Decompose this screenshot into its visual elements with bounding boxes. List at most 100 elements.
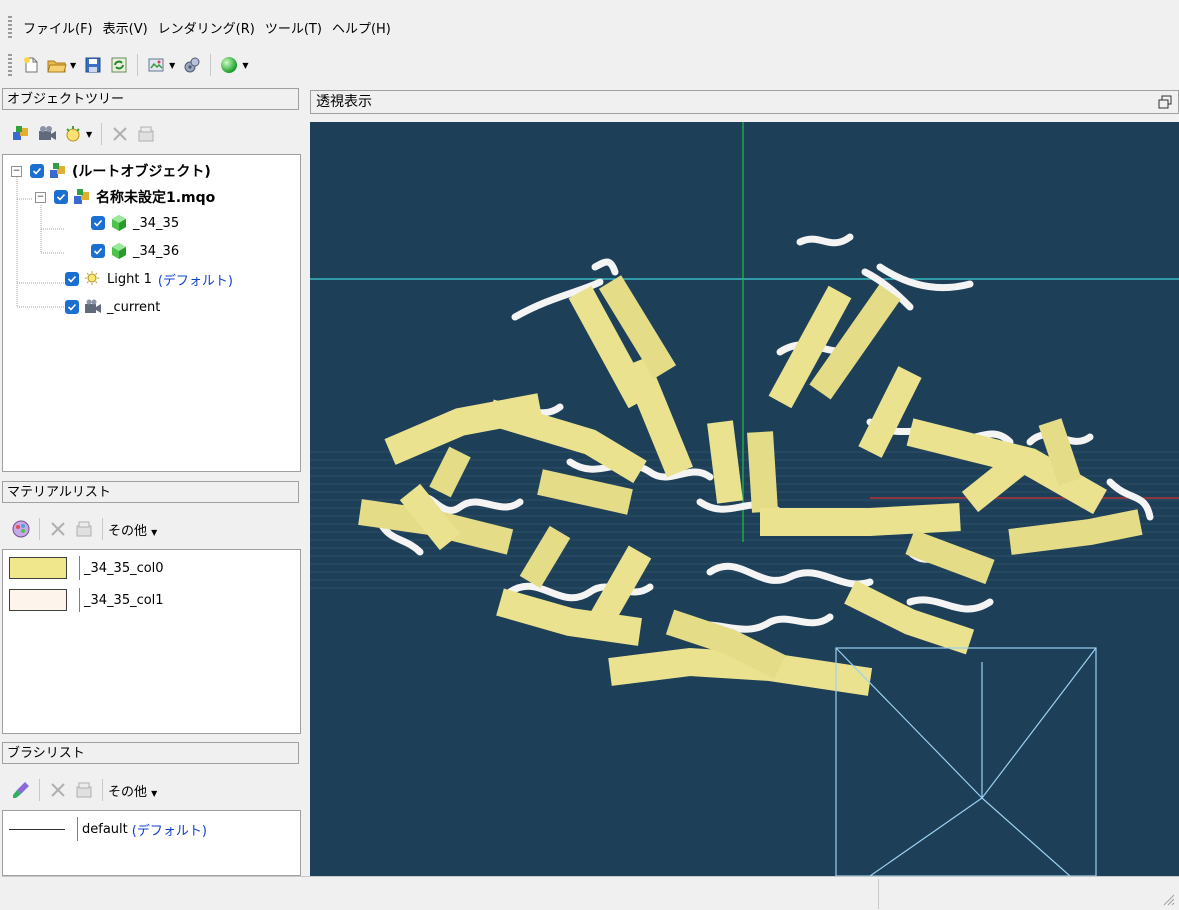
helix-cylinders (358, 275, 1143, 696)
delete-icon[interactable] (109, 123, 131, 145)
menu-grip (8, 16, 12, 38)
brush-name: default (82, 821, 128, 837)
column-separator (79, 588, 80, 612)
menu-file[interactable]: ファイル(F) (18, 18, 98, 37)
other-menu-label: その他 (108, 784, 148, 800)
material-item[interactable]: _34_35_col1 (9, 588, 164, 612)
material-item[interactable]: _34_35_col0 (9, 556, 164, 580)
render-dropdown-icon[interactable]: ▼ (242, 61, 248, 70)
material-swatch (9, 589, 67, 611)
add-dropdown-icon[interactable]: ▼ (86, 130, 92, 139)
viewport-scene (310, 122, 1179, 876)
checkbox-icon[interactable] (91, 244, 105, 258)
camera-frustum (835, 647, 1097, 876)
panel-separator (102, 779, 103, 801)
tree-item-object[interactable]: _34_35 (91, 211, 179, 235)
status-separator (878, 879, 879, 909)
add-light-icon[interactable] (62, 123, 84, 145)
panel-separator (39, 518, 40, 540)
add-brush-icon[interactable] (10, 779, 32, 801)
open-folder-icon[interactable] (46, 54, 68, 76)
plugin-icon[interactable] (181, 54, 203, 76)
material-list-header: マテリアルリスト (2, 481, 299, 503)
tree-item-label: _current (107, 299, 161, 315)
other-menu-button[interactable]: その他 ▼ (108, 781, 157, 800)
properties-icon[interactable] (73, 518, 95, 540)
viewport-header: 透視表示 (310, 90, 1179, 114)
object-tree-header: オブジェクトツリー (2, 88, 299, 110)
checkbox-icon[interactable] (91, 216, 105, 230)
menu-view[interactable]: 表示(V) (98, 18, 153, 37)
checkbox-icon[interactable] (54, 190, 68, 204)
import-dropdown-icon[interactable]: ▼ (169, 61, 175, 70)
checkbox-icon[interactable] (65, 300, 79, 314)
panel-separator (39, 779, 40, 801)
add-object-icon[interactable] (10, 123, 32, 145)
mesh-object-icon (110, 242, 128, 260)
delete-icon[interactable] (47, 779, 69, 801)
object-group-icon (49, 162, 67, 180)
menu-help[interactable]: ヘルプ(H) (327, 18, 396, 37)
open-dropdown-icon[interactable]: ▼ (70, 61, 76, 70)
brush-item[interactable]: default (デフォルト) (9, 817, 207, 841)
default-tag: (デフォルト) (131, 823, 207, 839)
brush-line-preview (9, 828, 65, 830)
tree-item-label: 名称未設定1.mqo (96, 190, 216, 206)
tree-item-camera[interactable]: _current (65, 295, 160, 319)
column-separator (79, 556, 80, 580)
3d-viewport[interactable] (310, 122, 1179, 876)
chevron-down-icon: ▼ (151, 788, 158, 798)
material-swatch (9, 557, 67, 579)
delete-icon[interactable] (47, 518, 69, 540)
tree-item-root[interactable]: − (ルートオブジェクト) (11, 159, 211, 183)
material-list-toolbar: その他 ▼ (0, 513, 300, 545)
menu-rendering[interactable]: レンダリング(R) (153, 18, 260, 37)
properties-icon[interactable] (135, 123, 157, 145)
checkbox-icon[interactable] (65, 272, 79, 286)
mesh-object-icon (110, 214, 128, 232)
material-name: _34_35_col1 (84, 592, 164, 608)
menu-bar: ファイル(F) 表示(V) レンダリング(R) ツール(T) ヘルプ(H) (0, 8, 1179, 46)
object-tree-toolbar: ▼ (0, 118, 300, 150)
menu-tools[interactable]: ツール(T) (260, 18, 327, 37)
add-camera-icon[interactable] (36, 123, 58, 145)
object-group-icon (73, 188, 91, 206)
refresh-icon[interactable] (108, 54, 130, 76)
other-menu-button[interactable]: その他 ▼ (108, 520, 157, 539)
checkbox-icon[interactable] (30, 164, 44, 178)
save-icon[interactable] (82, 54, 104, 76)
render-sphere-icon[interactable] (218, 54, 240, 76)
default-tag: (デフォルト) (157, 273, 234, 289)
material-name: _34_35_col0 (84, 560, 164, 576)
tree-item-object[interactable]: _34_36 (91, 239, 179, 263)
import-icon[interactable] (145, 54, 167, 76)
toolbar-separator-2 (210, 54, 212, 76)
material-list: _34_35_col0 _34_35_col1 (2, 549, 301, 734)
properties-icon[interactable] (73, 779, 95, 801)
brush-list-header: ブラシリスト (2, 742, 299, 764)
other-menu-label: その他 (108, 523, 148, 539)
tree-item-label: _34_36 (133, 243, 180, 259)
panel-separator (101, 123, 103, 145)
restore-window-icon[interactable] (1158, 95, 1172, 109)
status-bar (2, 876, 1179, 910)
column-separator (77, 817, 78, 841)
main-toolbar: ▼ ▼ ▼ (0, 48, 500, 82)
collapse-icon[interactable]: − (11, 165, 22, 177)
camera-icon (84, 298, 102, 316)
tree-item-light[interactable]: Light 1 (デフォルト) (65, 267, 233, 291)
tree-item-label: Light 1 (107, 271, 152, 287)
tree-item-document[interactable]: − 名称未設定1.mqo (35, 185, 215, 209)
collapse-icon[interactable]: − (35, 191, 46, 203)
light-icon (84, 270, 102, 288)
toolbar-separator (137, 54, 139, 76)
panel-separator (102, 518, 103, 540)
add-material-icon[interactable] (10, 518, 32, 540)
brush-list-toolbar: その他 ▼ (0, 774, 300, 806)
chevron-down-icon: ▼ (151, 527, 158, 537)
toolbar-grip (8, 54, 12, 76)
tree-item-label: (ルートオブジェクト) (72, 164, 211, 180)
resize-grip-icon[interactable] (1161, 892, 1175, 906)
object-tree: − (ルートオブジェクト) − 名称未設定1.mqo _34_35 _34_36… (2, 154, 301, 472)
new-file-icon[interactable] (20, 54, 42, 76)
